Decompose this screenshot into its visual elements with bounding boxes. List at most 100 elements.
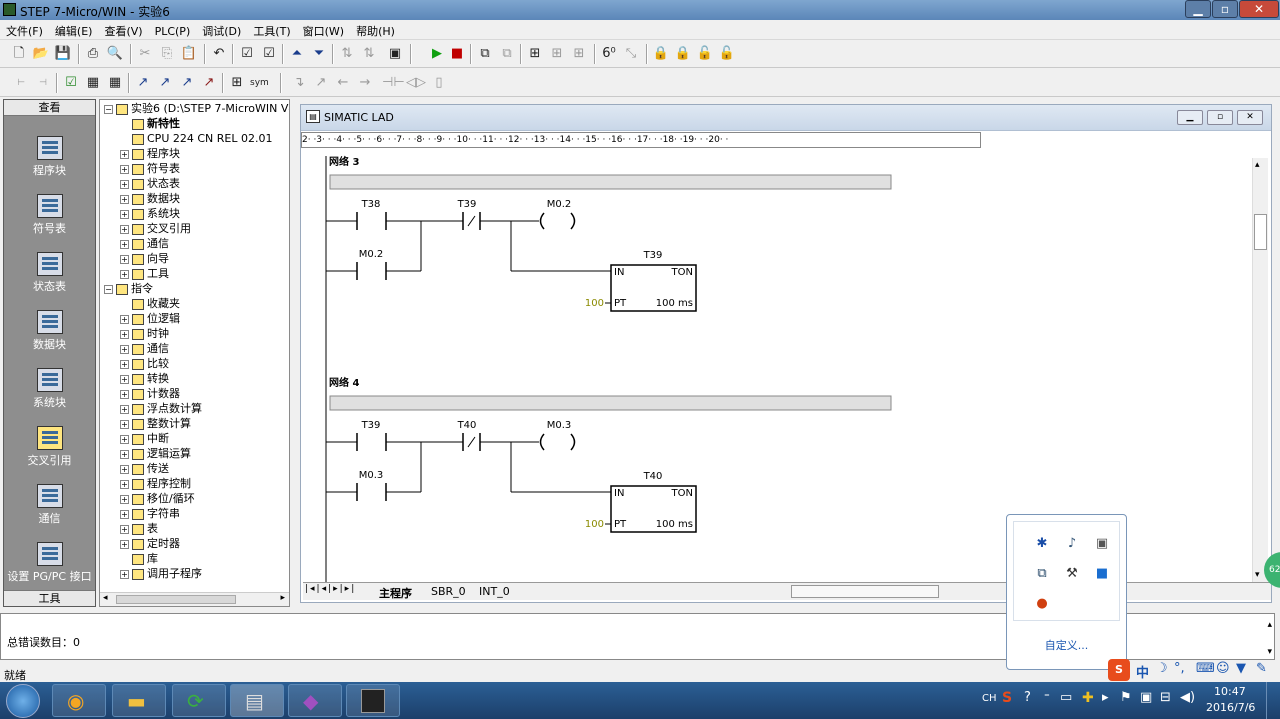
unforce-icon[interactable]: ⤡ <box>622 45 640 63</box>
minimize-button[interactable]: ▁ <box>1185 0 1211 18</box>
expand-toggle-icon[interactable]: + <box>120 194 129 204</box>
tree-item[interactable]: + 转换 <box>120 371 169 386</box>
taskbar-app-browser[interactable]: ◉ <box>52 684 106 717</box>
print-icon[interactable]: ⎙ <box>84 45 102 63</box>
taskbar-app-book[interactable]: ◆ <box>288 684 342 717</box>
expand-toggle-icon[interactable]: + <box>120 464 129 474</box>
tree-item[interactable]: − 指令 <box>104 281 153 296</box>
editor-vertical-scrollbar[interactable]: ▴ ▾ <box>1252 158 1268 582</box>
network-monitor-icon[interactable]: ▣ <box>1094 536 1110 552</box>
tree-item[interactable]: + 字符串 <box>120 506 180 521</box>
expand-toggle-icon[interactable]: − <box>104 104 113 114</box>
tree-item[interactable]: + 通信 <box>120 341 169 356</box>
download-icon[interactable]: ⏷ <box>310 45 328 63</box>
tree-item[interactable]: + 调用子程序 <box>120 566 202 581</box>
taskbar-app-video[interactable] <box>346 684 400 717</box>
tree-item[interactable]: + 中断 <box>120 431 169 446</box>
print-preview-icon[interactable]: 🔍 <box>106 45 124 63</box>
lock-icon[interactable]: 🔒 <box>652 45 670 63</box>
expand-toggle-icon[interactable]: + <box>120 254 129 264</box>
nav-system-block[interactable]: 系统块 <box>4 362 95 420</box>
tree-item[interactable]: + 位逻辑 <box>120 311 180 326</box>
paste-icon[interactable]: 📋 <box>180 45 198 63</box>
tray-security-icon[interactable]: ✚ <box>1082 690 1094 706</box>
unforce-all-icon[interactable]: 🔓 <box>718 45 736 63</box>
prev-bookmark-icon[interactable]: ↗ <box>178 74 196 92</box>
tree-item[interactable]: + 浮点数计算 <box>120 401 202 416</box>
expand-toggle-icon[interactable]: + <box>120 569 129 579</box>
tree-item[interactable]: + 向导 <box>120 251 169 266</box>
maximize-button[interactable]: ▫ <box>1212 0 1238 18</box>
tray-window-icon[interactable]: ▭ <box>1060 690 1072 705</box>
lad-view-icon[interactable]: ▦ <box>84 74 102 92</box>
line-right-icon[interactable]: → <box>356 74 374 92</box>
close-button[interactable]: ✕ <box>1239 0 1279 18</box>
menu-view[interactable]: 查看(V) <box>98 20 148 39</box>
expand-toggle-icon[interactable]: + <box>120 479 129 489</box>
tree-item[interactable]: CPU 224 CN REL 02.01 <box>120 131 272 146</box>
poupl-icon[interactable]: ☑ <box>62 74 80 92</box>
undo-icon[interactable]: ↶ <box>210 45 228 63</box>
force-icon[interactable]: 6⁰ <box>600 45 618 63</box>
run-icon[interactable]: ▶ <box>428 45 446 63</box>
ime-user-icon[interactable]: ☺ <box>1216 661 1230 676</box>
write-all-icon[interactable]: ⊞ <box>570 45 588 63</box>
expand-toggle-icon[interactable] <box>120 300 129 309</box>
expand-toggle-icon[interactable]: + <box>120 164 129 174</box>
tree-scrollbar[interactable]: ◂ ▸ <box>100 592 289 606</box>
contact-icon[interactable]: ⊣⊢ <box>382 74 405 92</box>
shield-app-icon[interactable]: ■ <box>1094 566 1110 582</box>
expand-toggle-icon[interactable]: + <box>120 344 129 354</box>
line-left-icon[interactable]: ← <box>334 74 352 92</box>
audio-manager-icon[interactable]: ♪ <box>1064 536 1080 552</box>
tools-icon[interactable]: ⚒ <box>1064 566 1080 582</box>
program-status-icon[interactable]: ⧉ <box>476 45 494 63</box>
tray-help-icon[interactable]: ? <box>1024 690 1031 705</box>
tray-network-icon[interactable]: ⊟ <box>1160 690 1171 705</box>
editor-horizontal-scrollbar[interactable] <box>791 585 939 598</box>
expand-toggle-icon[interactable]: + <box>120 149 129 159</box>
copy-icon[interactable]: ⎘ <box>158 45 176 63</box>
lad-minimize-button[interactable]: ▁ <box>1177 110 1203 125</box>
ime-settings-icon[interactable]: ✎ <box>1256 661 1267 676</box>
expand-toggle-icon[interactable]: + <box>120 374 129 384</box>
expand-toggle-icon[interactable]: + <box>120 209 129 219</box>
nav-footer[interactable]: 工具 <box>4 590 95 606</box>
bluetooth-icon[interactable]: ✱ <box>1034 536 1050 552</box>
delete-network-icon[interactable]: ⊣ <box>34 74 52 92</box>
clock-date[interactable]: 2016/7/6 <box>1206 701 1255 714</box>
tree-item[interactable]: + 通信 <box>120 236 169 251</box>
show-desktop-button[interactable] <box>1266 682 1280 719</box>
line-down-icon[interactable]: ↴ <box>290 74 308 92</box>
expand-toggle-icon[interactable]: + <box>120 449 129 459</box>
ime-mode-label[interactable]: 中 <box>1136 662 1149 681</box>
save-icon[interactable]: 💾 <box>54 45 72 63</box>
menu-file[interactable]: 文件(F) <box>0 20 49 39</box>
unlock-icon[interactable]: 🔒 <box>674 45 692 63</box>
expand-toggle-icon[interactable]: + <box>120 539 129 549</box>
expand-toggle-icon[interactable]: + <box>120 329 129 339</box>
nav-cross-reference[interactable]: 交叉引用 <box>4 420 95 478</box>
menu-help[interactable]: 帮助(H) <box>350 20 401 39</box>
tree-item[interactable]: + 符号表 <box>120 161 180 176</box>
next-bookmark-icon[interactable]: ↗ <box>156 74 174 92</box>
expand-toggle-icon[interactable]: + <box>120 314 129 324</box>
nav-symbol-table[interactable]: 符号表 <box>4 188 95 246</box>
expand-toggle-icon[interactable]: − <box>104 284 113 294</box>
expand-toggle-icon[interactable]: + <box>120 179 129 189</box>
remote-device-icon[interactable]: ⧉ <box>1034 566 1050 582</box>
tree-item[interactable]: + 交叉引用 <box>120 221 191 236</box>
qq-icon[interactable]: ● <box>1034 596 1050 612</box>
tree-item[interactable]: 收藏夹 <box>120 296 180 311</box>
coil-icon[interactable]: ◁▷ <box>406 74 426 92</box>
tree-item[interactable]: + 比较 <box>120 356 169 371</box>
menu-tools[interactable]: 工具(T) <box>247 20 296 39</box>
nav-program-block[interactable]: 程序块 <box>4 130 95 188</box>
tree-item[interactable]: − 实验6 (D:\STEP 7-MicroWIN V4. <box>104 101 289 116</box>
open-icon[interactable]: 📂 <box>32 45 50 63</box>
expand-toggle-icon[interactable]: + <box>120 524 129 534</box>
expand-toggle-icon[interactable]: + <box>120 434 129 444</box>
insert-network-icon[interactable]: ⊢ <box>12 74 30 92</box>
ime-skin-icon[interactable]: ▼ <box>1236 661 1246 676</box>
tree-item[interactable]: + 整数计算 <box>120 416 191 431</box>
